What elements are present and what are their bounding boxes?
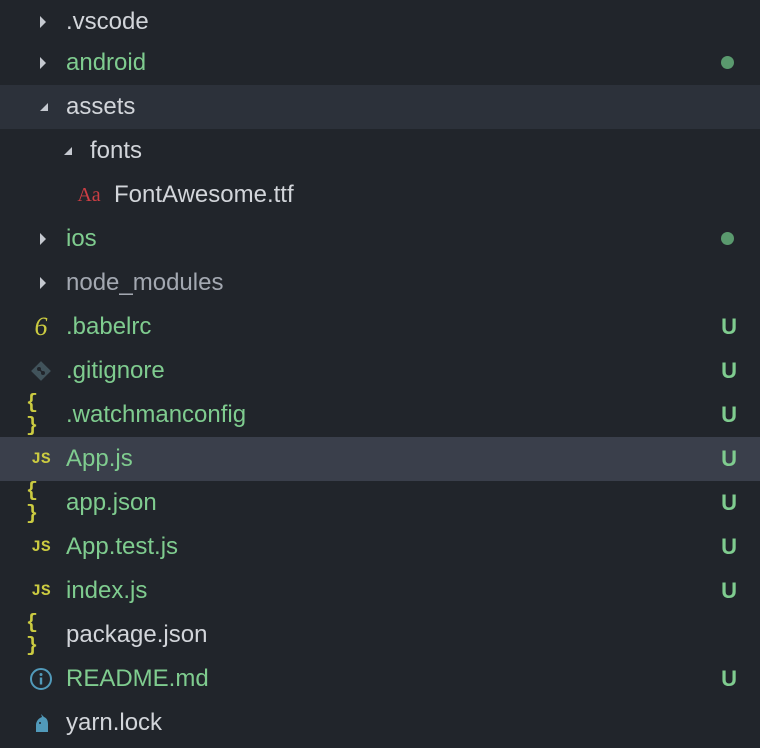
tree-item-fonts[interactable]: fonts xyxy=(0,129,760,173)
tree-item-node-modules[interactable]: node_modules xyxy=(0,261,760,305)
untracked-badge: U xyxy=(721,314,737,339)
json-icon: { } xyxy=(26,612,39,658)
chevron-right-icon[interactable] xyxy=(28,261,58,305)
tree-item-ios[interactable]: ios xyxy=(0,217,760,261)
json-icon: { } xyxy=(26,392,39,438)
tree-item-android[interactable]: android xyxy=(0,41,760,85)
javascript-icon: JS xyxy=(31,538,51,556)
untracked-badge: U xyxy=(721,666,737,691)
tree-item-label: android xyxy=(66,49,147,76)
tree-item-index-js[interactable]: JS index.js U xyxy=(0,569,760,613)
modified-dot-badge xyxy=(721,56,734,69)
tree-item-label: .gitignore xyxy=(66,357,165,384)
tree-item-label: yarn.lock xyxy=(66,709,163,736)
chevron-down-icon[interactable] xyxy=(52,129,82,173)
untracked-badge: U xyxy=(721,490,737,515)
json-icon: { } xyxy=(26,480,39,526)
tree-item-label: .vscode xyxy=(66,8,149,35)
git-icon xyxy=(26,349,56,393)
chevron-right-icon[interactable] xyxy=(28,0,58,44)
modified-dot-badge xyxy=(721,232,734,245)
tree-item-babelrc[interactable]: 6 .babelrc U xyxy=(0,305,760,349)
tree-item-label: ios xyxy=(66,225,97,252)
file-explorer-tree: .vscode android assets fonts Aa FontAwes… xyxy=(0,0,760,748)
chevron-right-icon[interactable] xyxy=(28,217,58,261)
tree-item-label: README.md xyxy=(66,665,209,692)
tree-item-label: App.js xyxy=(66,445,133,472)
tree-item-label: package.json xyxy=(66,621,208,648)
tree-item-label: App.test.js xyxy=(66,533,179,560)
tree-item-label: FontAwesome.ttf xyxy=(114,181,294,208)
tree-item-app-js[interactable]: JS App.js U xyxy=(0,437,760,481)
tree-item-label: assets xyxy=(66,93,136,120)
untracked-badge: U xyxy=(721,358,737,383)
tree-item-label: index.js xyxy=(66,577,148,604)
tree-item-label: .watchmanconfig xyxy=(66,401,247,428)
tree-item-yarn-lock[interactable]: yarn.lock xyxy=(0,701,760,745)
tree-item-app-json[interactable]: { } app.json U xyxy=(0,480,760,526)
tree-item-watchmanconfig[interactable]: { } .watchmanconfig U xyxy=(0,392,760,438)
babel-icon: 6 xyxy=(34,312,48,341)
yarn-icon xyxy=(26,701,56,745)
info-icon xyxy=(26,657,56,701)
tree-item-package-json[interactable]: { } package.json xyxy=(0,612,760,658)
untracked-badge: U xyxy=(721,534,737,559)
chevron-right-icon[interactable] xyxy=(28,41,58,85)
tree-item-app-test-js[interactable]: JS App.test.js U xyxy=(0,525,760,569)
untracked-badge: U xyxy=(721,402,737,427)
tree-item-label: node_modules xyxy=(66,269,224,296)
tree-item-assets[interactable]: assets xyxy=(0,85,760,129)
font-file-icon: Aa xyxy=(77,183,101,206)
tree-item-readme-md[interactable]: README.md U xyxy=(0,657,760,701)
tree-item-gitignore[interactable]: .gitignore U xyxy=(0,349,760,393)
tree-item-label: app.json xyxy=(66,489,157,516)
tree-item-label: .babelrc xyxy=(66,313,152,340)
tree-item-vscode[interactable]: .vscode xyxy=(0,0,760,44)
untracked-badge: U xyxy=(721,578,737,603)
tree-item-fontawesome-ttf[interactable]: Aa FontAwesome.ttf xyxy=(0,173,760,217)
javascript-icon: JS xyxy=(31,450,51,468)
chevron-down-icon[interactable] xyxy=(28,85,58,129)
tree-item-label: fonts xyxy=(90,137,143,164)
javascript-icon: JS xyxy=(31,582,51,600)
untracked-badge: U xyxy=(721,446,737,471)
